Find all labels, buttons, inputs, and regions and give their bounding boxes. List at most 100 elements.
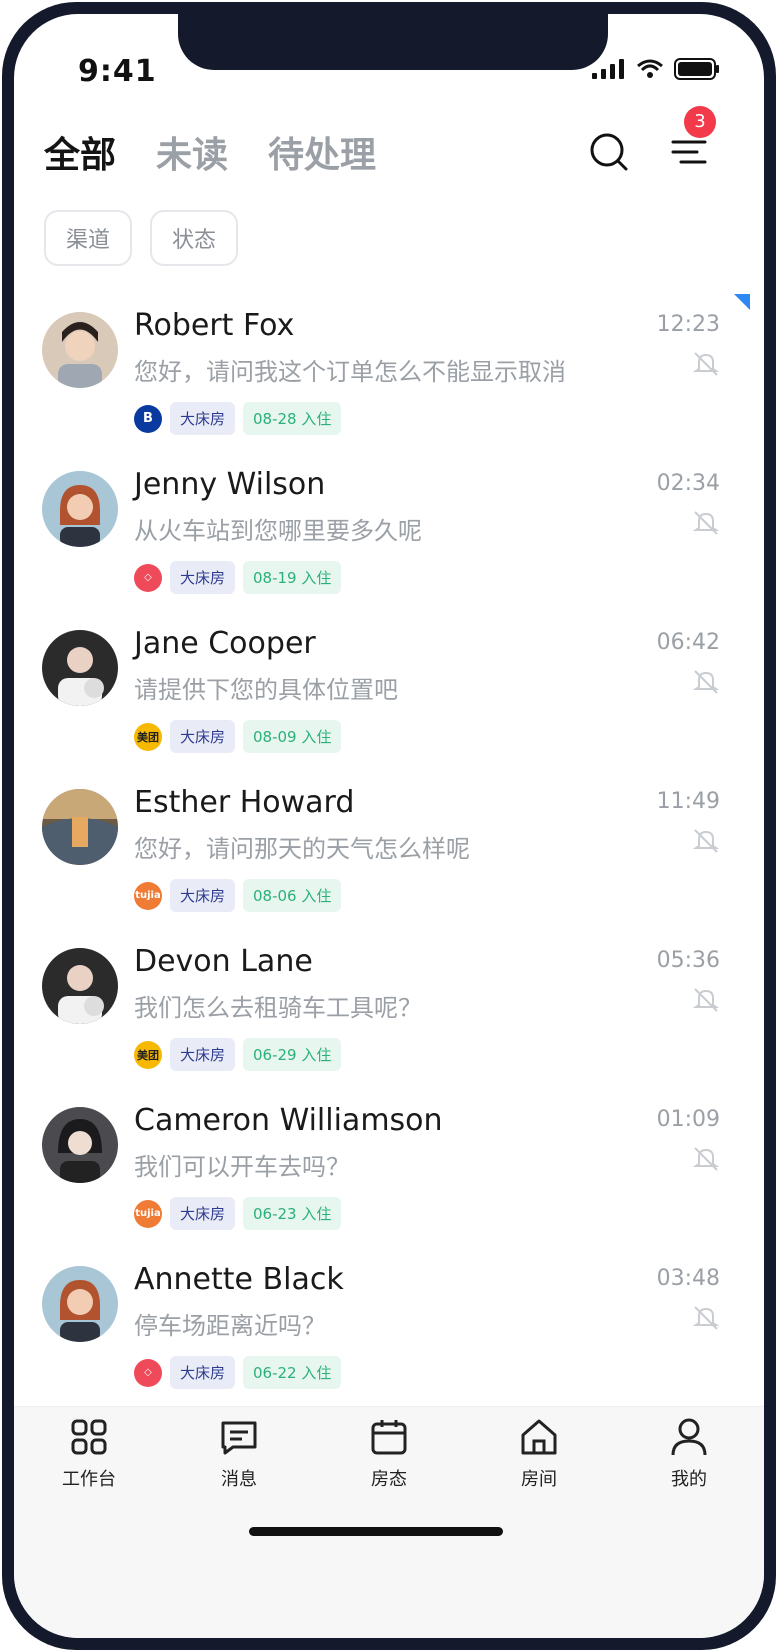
contact-name: Jane Cooper bbox=[134, 626, 316, 661]
grid-icon bbox=[71, 1419, 107, 1455]
message-time: 05:36 bbox=[656, 948, 720, 973]
mute-bell-icon[interactable] bbox=[692, 668, 720, 696]
battery-icon bbox=[674, 58, 719, 80]
nav-profile[interactable]: 我的 bbox=[614, 1417, 764, 1491]
nav-label: 工作台 bbox=[62, 1469, 116, 1490]
tujia-platform-icon: tujia bbox=[134, 1199, 162, 1228]
signal-icon bbox=[592, 59, 624, 79]
meituan-platform-icon: 美团 bbox=[134, 722, 162, 751]
message-preview: 停车场距离近吗？ bbox=[134, 1312, 326, 1340]
status-time: 9:41 bbox=[78, 54, 157, 89]
contact-name: Jenny Wilson bbox=[134, 467, 326, 502]
tab-unread[interactable]: 未读 bbox=[156, 126, 228, 178]
filter-icon bbox=[671, 140, 707, 164]
room-type-tag: 大床房 bbox=[170, 1356, 236, 1389]
calendar-icon bbox=[371, 1420, 407, 1455]
room-type-tag: 大床房 bbox=[170, 720, 236, 753]
wifi-icon bbox=[637, 59, 663, 78]
avatar bbox=[42, 630, 118, 706]
chip-channel[interactable]: 渠道 bbox=[44, 210, 133, 266]
room-type-tag: 大床房 bbox=[170, 879, 236, 912]
message-preview: 您好，请问那天的天气怎么样呢 bbox=[134, 835, 470, 863]
nav-label: 房间 bbox=[521, 1469, 557, 1490]
conversation-row[interactable]: Robert Fox 12:23 您好，请问我这个订单怎么不能显示取消 B 大床… bbox=[14, 294, 764, 453]
search-button[interactable] bbox=[589, 132, 629, 176]
conversation-list: Robert Fox 12:23 您好，请问我这个订单怎么不能显示取消 B 大床… bbox=[14, 294, 764, 1407]
checkin-date-tag: 06-29 入住 bbox=[243, 1038, 342, 1071]
message-preview: 从火车站到您哪里要多久呢 bbox=[134, 517, 422, 545]
nav-label: 消息 bbox=[221, 1469, 257, 1490]
tujia-platform-icon: tujia bbox=[134, 881, 162, 910]
nav-label: 房态 bbox=[371, 1469, 407, 1490]
room-type-tag: 大床房 bbox=[170, 1038, 236, 1071]
home-indicator[interactable] bbox=[249, 1527, 503, 1536]
nav-workbench[interactable]: 工作台 bbox=[14, 1417, 164, 1491]
message-preview: 请提供下您的具体位置吧 bbox=[134, 676, 398, 704]
avatar bbox=[42, 789, 118, 865]
message-time: 11:49 bbox=[656, 789, 720, 814]
booking-platform-icon: B bbox=[134, 404, 162, 433]
message-time: 03:48 bbox=[656, 1266, 720, 1291]
notch bbox=[178, 14, 608, 70]
contact-name: Cameron Williamson bbox=[134, 1103, 443, 1138]
status-icons bbox=[592, 58, 720, 80]
checkin-date-tag: 06-22 入住 bbox=[243, 1356, 342, 1389]
bottom-nav: 工作台 消息 房态 房间 我的 bbox=[14, 1406, 764, 1638]
mute-bell-icon[interactable] bbox=[692, 986, 720, 1014]
message-time: 01:09 bbox=[656, 1107, 720, 1132]
tag-row: 美团 大床房 06-29 入住 bbox=[134, 1038, 342, 1071]
contact-name: Esther Howard bbox=[134, 785, 355, 820]
conversation-row[interactable]: Esther Howard 11:49 您好，请问那天的天气怎么样呢 tujia… bbox=[14, 771, 764, 930]
avatar bbox=[42, 948, 118, 1024]
message-preview: 我们怎么去租骑车工具呢？ bbox=[134, 994, 422, 1022]
message-preview: 您好，请问我这个订单怎么不能显示取消 bbox=[134, 358, 566, 386]
avatar bbox=[42, 1266, 118, 1342]
tag-row: tujia 大床房 06-23 入住 bbox=[134, 1197, 342, 1230]
user-icon bbox=[671, 1418, 707, 1456]
message-preview: 我们可以开车去吗？ bbox=[134, 1153, 350, 1181]
home-icon bbox=[521, 1419, 557, 1455]
chip-status[interactable]: 状态 bbox=[150, 210, 239, 266]
tab-pending[interactable]: 待处理 bbox=[268, 126, 376, 178]
avatar bbox=[42, 471, 118, 547]
tag-row: ◇ 大床房 08-19 入住 bbox=[134, 561, 342, 594]
contact-name: Robert Fox bbox=[134, 308, 295, 343]
filter-chips: 渠道 状态 bbox=[44, 210, 239, 266]
nav-messages[interactable]: 消息 bbox=[164, 1417, 314, 1491]
message-icon bbox=[221, 1421, 257, 1455]
tag-row: tujia 大床房 08-06 入住 bbox=[134, 879, 342, 912]
mute-bell-icon[interactable] bbox=[692, 509, 720, 537]
mute-bell-icon[interactable] bbox=[692, 350, 720, 378]
meituan-platform-icon: 美团 bbox=[134, 1040, 162, 1069]
message-time: 06:42 bbox=[656, 630, 720, 655]
nav-label: 我的 bbox=[671, 1469, 707, 1490]
tab-all[interactable]: 全部 bbox=[44, 126, 116, 178]
search-icon bbox=[590, 133, 628, 171]
tab-bar: 全部 未读 待处理 bbox=[44, 126, 376, 178]
conversation-row[interactable]: Jenny Wilson 02:34 从火车站到您哪里要多久呢 ◇ 大床房 08… bbox=[14, 453, 764, 612]
tag-row: B 大床房 08-28 入住 bbox=[134, 402, 342, 435]
tag-row: 美团 大床房 08-09 入住 bbox=[134, 720, 342, 753]
checkin-date-tag: 06-23 入住 bbox=[243, 1197, 342, 1230]
room-type-tag: 大床房 bbox=[170, 1197, 236, 1230]
conversation-row[interactable]: Cameron Williamson 01:09 我们可以开车去吗？ tujia… bbox=[14, 1089, 764, 1248]
mute-bell-icon[interactable] bbox=[692, 1304, 720, 1332]
message-time: 02:34 bbox=[656, 471, 720, 496]
airbnb-platform-icon: ◇ bbox=[134, 563, 162, 592]
checkin-date-tag: 08-06 入住 bbox=[243, 879, 342, 912]
airbnb-platform-icon: ◇ bbox=[134, 1358, 162, 1387]
message-time: 12:23 bbox=[656, 312, 720, 337]
filter-button[interactable] bbox=[669, 132, 709, 176]
avatar bbox=[42, 312, 118, 388]
nav-rooms[interactable]: 房间 bbox=[464, 1417, 614, 1491]
nav-room-status[interactable]: 房态 bbox=[314, 1417, 464, 1491]
room-type-tag: 大床房 bbox=[170, 561, 236, 594]
conversation-row[interactable]: Annette Black 03:48 停车场距离近吗？ ◇ 大床房 06-22… bbox=[14, 1248, 764, 1407]
mute-bell-icon[interactable] bbox=[692, 827, 720, 855]
room-type-tag: 大床房 bbox=[170, 402, 236, 435]
conversation-row[interactable]: Devon Lane 05:36 我们怎么去租骑车工具呢？ 美团 大床房 06-… bbox=[14, 930, 764, 1089]
mute-bell-icon[interactable] bbox=[692, 1145, 720, 1173]
checkin-date-tag: 08-28 入住 bbox=[243, 402, 342, 435]
tag-row: ◇ 大床房 06-22 入住 bbox=[134, 1356, 342, 1389]
conversation-row[interactable]: Jane Cooper 06:42 请提供下您的具体位置吧 美团 大床房 08-… bbox=[14, 612, 764, 771]
